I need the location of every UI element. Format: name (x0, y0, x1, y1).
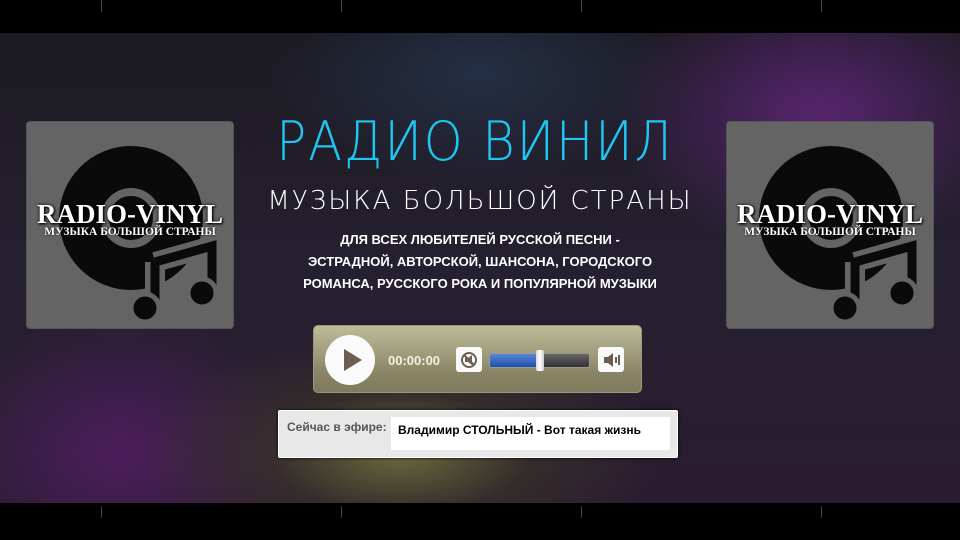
mute-icon (461, 351, 477, 368)
description-line: ЭСТРАДНОЙ, АВТОРСКОЙ, ШАНСОНА, ГОРОДСКОГ… (307, 254, 653, 269)
volume-handle[interactable] (535, 350, 544, 371)
now-playing-track: Владимир СТОЛЬНЫЙ - Вот такая жизнь (391, 417, 670, 450)
max-volume-button[interactable] (598, 347, 624, 372)
volume-fill (490, 354, 540, 367)
description-line: ДЛЯ ВСЕХ ЛЮБИТЕЛЕЙ РУССКОЙ ПЕСНИ - (340, 232, 620, 247)
mute-button[interactable] (456, 347, 482, 372)
logo-tagline: МУЗЫКА БОЛЬШОЙ СТРАНЫ (44, 226, 216, 238)
letterbox-top (0, 0, 960, 33)
audio-player: 00:00:00 (313, 325, 642, 393)
description: ДЛЯ ВСЕХ ЛЮБИТЕЛЕЙ РУССКОЙ ПЕСНИ - ЭСТРА… (230, 229, 730, 295)
volume-icon (604, 352, 620, 367)
now-playing-label: Сейчас в эфире: (287, 420, 387, 434)
logo-tagline: МУЗЫКА БОЛЬШОЙ СТРАНЫ (744, 226, 916, 238)
volume-slider[interactable] (489, 350, 590, 371)
time-display: 00:00:00 (388, 353, 441, 368)
page-subtitle: МУЗЫКА БОЛЬШОЙ СТРАНЫ (267, 186, 693, 216)
play-button[interactable] (325, 335, 375, 385)
letterbox-bottom (0, 503, 960, 540)
page-title: РАДИО ВИНИЛ (276, 110, 674, 173)
now-playing-box: Сейчас в эфире: Владимир СТОЛЬНЫЙ - Вот … (278, 410, 678, 458)
description-line: РОМАНСА, РУССКОГО РОКА И ПОПУЛЯРНОЙ МУЗЫ… (303, 276, 657, 291)
